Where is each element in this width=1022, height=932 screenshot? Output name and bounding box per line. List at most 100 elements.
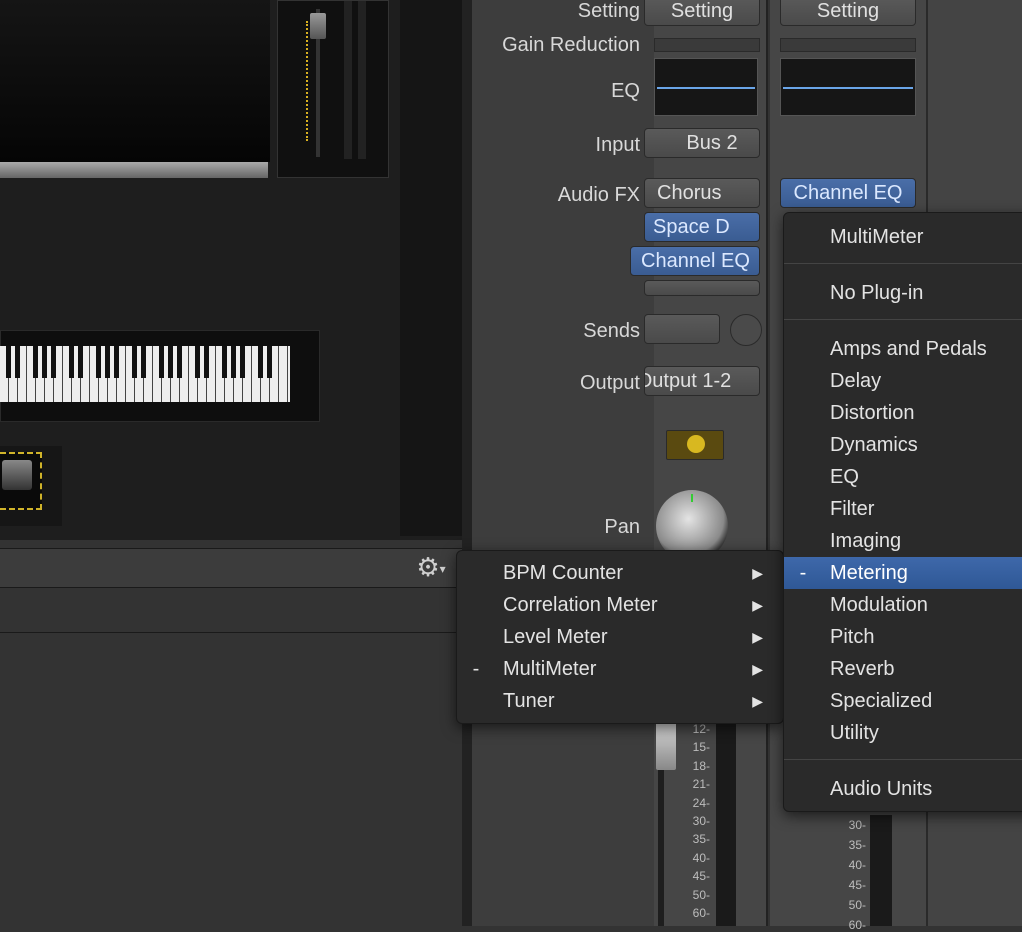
black-key[interactable] — [141, 346, 146, 378]
label-input: Input — [595, 134, 640, 156]
menu-item-reverb[interactable]: Reverb — [784, 653, 1022, 685]
meter-scale-label: 45- — [848, 878, 866, 892]
menu-item-label: EQ — [830, 466, 859, 488]
menu-item-recent-multimeter[interactable]: MultiMeter — [784, 221, 1022, 253]
menu-item-specialized[interactable]: Specialized — [784, 685, 1022, 717]
meter-scale-label: 35- — [848, 838, 866, 852]
instrument-fader-knob[interactable] — [310, 13, 326, 39]
send-slot[interactable] — [644, 314, 720, 344]
setting-button[interactable]: Setting — [780, 0, 916, 26]
meter-scale-label: 21- — [692, 777, 710, 792]
label-setting: Setting — [577, 0, 640, 22]
menu-item-pitch[interactable]: Pitch — [784, 621, 1022, 653]
black-key[interactable] — [78, 346, 83, 378]
audio-fx-slot-1[interactable]: Chorus — [644, 178, 760, 208]
eq-thumbnail[interactable] — [654, 58, 758, 116]
menu-separator — [784, 319, 1022, 320]
output-slot[interactable]: Output 1-2 — [644, 366, 760, 396]
submenu-item-bpm-counter[interactable]: BPM Counter ▶ — [457, 557, 783, 589]
menu-item-label: Modulation — [830, 594, 928, 616]
instrument-toolbar — [0, 548, 462, 588]
black-key[interactable] — [204, 346, 209, 378]
black-key[interactable] — [267, 346, 272, 378]
meter-scale-label: 60- — [692, 906, 710, 920]
submenu-item-label: MultiMeter — [503, 658, 597, 680]
volume-fader[interactable] — [656, 720, 676, 770]
black-key[interactable] — [240, 346, 245, 378]
menu-item-audio-units[interactable]: Audio Units — [784, 773, 1022, 805]
menu-item-delay[interactable]: Delay — [784, 365, 1022, 397]
audio-fx-slot-2[interactable]: Space D — [644, 212, 760, 242]
fader-track — [658, 770, 664, 926]
level-meter — [716, 720, 736, 926]
black-key[interactable] — [114, 346, 119, 378]
menu-item-label: Pitch — [830, 626, 875, 648]
menu-item-dynamics[interactable]: Dynamics — [784, 429, 1022, 461]
checkmark: - — [472, 658, 480, 680]
meter-scale-label: 12- — [692, 722, 710, 736]
menu-item-amps-and-pedals[interactable]: Amps and Pedals — [784, 333, 1022, 365]
black-key[interactable] — [15, 346, 20, 378]
automation-button[interactable] — [666, 430, 724, 460]
meter-scale-label: 40- — [692, 850, 710, 865]
level-meter — [870, 815, 892, 926]
eq-thumbnail[interactable] — [780, 58, 916, 116]
chevron-right-icon: ▶ — [752, 597, 763, 613]
module-control[interactable] — [0, 452, 42, 510]
meter-scale-label: 18- — [692, 758, 710, 773]
menu-item-eq[interactable]: EQ — [784, 461, 1022, 493]
black-key[interactable] — [33, 346, 38, 378]
setting-button[interactable]: Setting — [644, 0, 760, 26]
menu-item-label: Specialized — [830, 690, 933, 712]
menu-item-label: Utility — [830, 722, 879, 744]
label-audio-fx: Audio FX — [557, 184, 640, 206]
meter-scale-label: 60- — [848, 918, 866, 932]
audio-fx-slot-1[interactable]: Channel EQ — [780, 178, 916, 208]
menu-item-metering[interactable]: - Metering — [784, 557, 1022, 589]
black-key[interactable] — [159, 346, 164, 378]
label-output: Output — [579, 372, 640, 394]
gear-icon[interactable]: ⚙▾ — [410, 551, 452, 583]
label-pan: Pan — [604, 516, 640, 538]
submenu-item-label: Level Meter — [503, 626, 608, 648]
submenu-item-level-meter[interactable]: Level Meter ▶ — [457, 621, 783, 653]
black-key[interactable] — [195, 346, 200, 378]
black-key[interactable] — [231, 346, 236, 378]
menu-item-distortion[interactable]: Distortion — [784, 397, 1022, 429]
channel-strip-1: Setting Bus 2 Chorus Space D Channel EQ … — [630, 0, 768, 926]
submenu-item-tuner[interactable]: Tuner ▶ — [457, 685, 783, 717]
menu-item-utility[interactable]: Utility — [784, 717, 1022, 749]
black-key[interactable] — [96, 346, 101, 378]
menu-item-label: Distortion — [830, 402, 915, 424]
black-key[interactable] — [6, 346, 11, 378]
black-key[interactable] — [222, 346, 227, 378]
submenu-item-label: Correlation Meter — [503, 594, 658, 616]
send-level-knob[interactable] — [730, 314, 762, 346]
chevron-right-icon: ▶ — [752, 565, 763, 581]
black-key[interactable] — [105, 346, 110, 378]
submenu-item-correlation-meter[interactable]: Correlation Meter ▶ — [457, 589, 783, 621]
black-key[interactable] — [132, 346, 137, 378]
black-key[interactable] — [258, 346, 263, 378]
menu-item-label: Filter — [830, 498, 875, 520]
input-slot[interactable]: Bus 2 — [644, 128, 760, 158]
menu-item-no-plugin[interactable]: No Plug-in — [784, 277, 1022, 309]
audio-fx-empty-slot[interactable] — [644, 280, 760, 296]
submenu-item-multimeter[interactable]: - MultiMeter ▶ — [457, 653, 783, 685]
audio-fx-slot-3[interactable]: Channel EQ — [630, 246, 760, 276]
menu-item-modulation[interactable]: Modulation — [784, 589, 1022, 621]
black-key[interactable] — [168, 346, 173, 378]
label-gain-reduction: Gain Reduction — [502, 34, 640, 56]
piano-keyboard[interactable] — [0, 346, 290, 402]
panel-divider[interactable] — [462, 0, 472, 926]
menu-item-filter[interactable]: Filter — [784, 493, 1022, 525]
submenu-item-label: Tuner — [503, 690, 555, 712]
black-key[interactable] — [42, 346, 47, 378]
black-key[interactable] — [177, 346, 182, 378]
meter-scale-label: 30- — [692, 814, 710, 828]
black-key[interactable] — [51, 346, 56, 378]
instrument-slider-bar[interactable] — [0, 162, 268, 178]
label-sends: Sends — [583, 320, 640, 342]
menu-item-imaging[interactable]: Imaging — [784, 525, 1022, 557]
black-key[interactable] — [69, 346, 74, 378]
